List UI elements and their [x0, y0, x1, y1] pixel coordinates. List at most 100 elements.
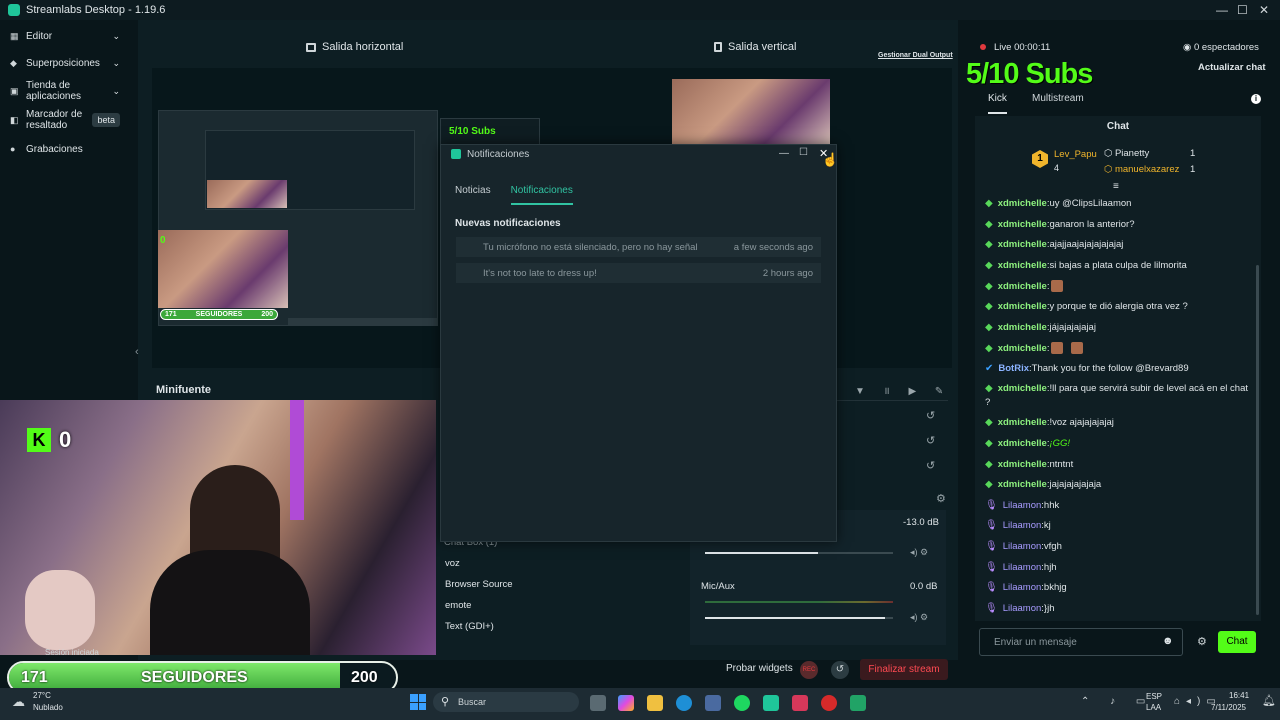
source-item[interactable]: voz — [445, 558, 460, 569]
test-widgets-link[interactable]: Probar widgets — [726, 663, 793, 674]
system-tray-icons[interactable]: ⌃ ♪ ▭ — [1081, 696, 1154, 707]
chat-message: ✔ BotRix: Thank you for the follow @Breva… — [985, 363, 1189, 374]
chat-username[interactable]: Lilaamon — [1003, 500, 1042, 511]
tab-notifications[interactable]: Notificaciones — [510, 185, 573, 205]
chat-input[interactable]: Enviar un mensaje ☻ — [979, 628, 1183, 656]
preview-nested-cam — [207, 180, 287, 208]
chat-username[interactable]: BotRix — [998, 363, 1029, 374]
emoji-icon[interactable]: ☻ — [1162, 635, 1174, 647]
chat-username[interactable]: Lilaamon — [1003, 603, 1042, 614]
chat-text: ganaron la anterior? — [1049, 219, 1135, 230]
source-item[interactable]: Text (GDI+) — [445, 621, 494, 632]
chat-username[interactable]: xdmichelle — [998, 260, 1047, 271]
send-chat-button[interactable]: Chat — [1218, 631, 1256, 653]
sidebar-item-overlays[interactable]: ◆ Superposiciones ⌄ — [0, 55, 130, 71]
speaker-icon[interactable]: ◂) ⚙ — [910, 547, 928, 558]
end-stream-button[interactable]: Finalizar stream — [860, 659, 948, 680]
chat-text: }jh — [1043, 603, 1055, 614]
notification-bell-icon[interactable]: 🔔︎ — [1262, 694, 1276, 707]
chat-username[interactable]: xdmichelle — [998, 459, 1047, 470]
sidebar-item-editor[interactable]: ▦ Editor ⌄ — [0, 28, 130, 44]
file-explorer-icon[interactable] — [647, 695, 663, 711]
live-indicator-icon — [980, 44, 986, 50]
manage-dual-output-link[interactable]: Gestionar Dual Output — [878, 52, 953, 59]
edge-browser-icon[interactable] — [676, 695, 692, 711]
maximize-icon[interactable]: ☐ — [799, 147, 808, 158]
chat-username[interactable]: xdmichelle — [998, 239, 1047, 250]
chat-username[interactable]: Lilaamon — [1003, 582, 1042, 593]
leaderboard-name: Lev_Papu — [1054, 149, 1097, 160]
follower-goal: 200 — [351, 669, 378, 686]
refresh-chat-button[interactable]: Actualizar chat — [1198, 62, 1266, 73]
chat-message: ◆ xdmichelle: y porque te dió alergia otr… — [985, 301, 1188, 312]
expand-leaderboard-icon[interactable]: ≡ — [1113, 181, 1119, 192]
chat-username[interactable]: xdmichelle — [998, 343, 1047, 354]
task-view-icon[interactable] — [590, 695, 606, 711]
chat-username[interactable]: Lilaamon — [1003, 520, 1042, 531]
tab-multistream[interactable]: Multistream — [1032, 93, 1084, 104]
chat-text: hjh — [1043, 562, 1057, 573]
windows-start-icon[interactable] — [410, 694, 426, 710]
clock-date[interactable]: 7/11/2025 — [1211, 703, 1246, 712]
sidebar-item-app-store[interactable]: ▣ Tienda de aplicaciones ⌄ — [0, 80, 130, 102]
sidebar-item-highlighter[interactable]: ◧ Marcador de resaltado beta — [0, 109, 130, 131]
speaker-icon[interactable]: ◂) ⚙ — [910, 612, 928, 623]
tab-kick[interactable]: Kick — [988, 93, 1007, 114]
mic-badge-icon: 🎙︎ — [985, 562, 998, 573]
close-icon[interactable]: ✕ — [1259, 3, 1269, 17]
chat-username[interactable]: Lilaamon — [1003, 562, 1042, 573]
chat-username[interactable]: xdmichelle — [998, 479, 1047, 490]
gift-icon: ⬡ — [1104, 164, 1115, 175]
clock-time[interactable]: 16:41 — [1229, 691, 1249, 700]
follower-label: SEGUIDORES — [141, 669, 248, 686]
weather-temp: 27°C — [33, 691, 51, 700]
emote-icon — [1051, 342, 1064, 354]
chat-username[interactable]: xdmichelle — [998, 219, 1047, 230]
chat-message: 🎙︎ Lilaamon: kj — [985, 520, 1051, 531]
source-item[interactable]: emote — [445, 600, 471, 611]
record-button[interactable]: REC — [800, 661, 818, 679]
language-2[interactable]: LAA — [1146, 703, 1161, 712]
notifications-titlebar: Notificaciones — ☐ ✕ — [441, 145, 836, 163]
replay-buffer-icon[interactable]: ↺ — [831, 661, 849, 679]
store-icon[interactable] — [705, 695, 721, 711]
chat-scrollbar[interactable] — [1256, 265, 1259, 615]
opera-icon[interactable] — [821, 695, 837, 711]
tab-news[interactable]: Noticias — [455, 185, 491, 205]
maximize-icon[interactable]: ☐ — [1237, 3, 1248, 17]
excel-icon[interactable] — [850, 695, 866, 711]
spotify-icon[interactable] — [734, 695, 750, 711]
gear-icon[interactable]: ⚙ — [1197, 635, 1207, 648]
source-item[interactable]: Browser Source — [445, 579, 513, 590]
minimize-icon[interactable]: — — [779, 148, 789, 159]
minimize-icon[interactable]: — — [1216, 3, 1228, 17]
notification-row[interactable]: Tu micrófono no está silenciado, pero no… — [456, 237, 821, 257]
reset-icon[interactable]: ↺ — [926, 434, 935, 447]
chat-username[interactable]: xdmichelle — [998, 322, 1047, 333]
chat-username[interactable]: xdmichelle — [998, 281, 1047, 292]
chat-username[interactable]: xdmichelle — [998, 301, 1047, 312]
chat-username[interactable]: xdmichelle — [998, 383, 1047, 394]
sidebar-item-recordings[interactable]: ● Grabaciones — [0, 141, 130, 157]
chat-username[interactable]: xdmichelle — [998, 438, 1047, 449]
copilot-icon[interactable] — [618, 695, 634, 711]
channel-db: 0.0 dB — [910, 581, 938, 592]
notification-row[interactable]: It's not too late to dress up! 2 hours ag… — [456, 263, 821, 283]
chat-username[interactable]: xdmichelle — [998, 198, 1047, 209]
app-icon[interactable] — [792, 695, 808, 711]
reset-icon[interactable]: ↺ — [926, 409, 935, 422]
chevron-down-icon: ⌄ — [112, 85, 120, 96]
chat-username[interactable]: Lilaamon — [1003, 541, 1042, 552]
reset-icon[interactable]: ↺ — [926, 459, 935, 472]
language-1[interactable]: ESP — [1146, 692, 1162, 701]
chat-username[interactable]: xdmichelle — [998, 417, 1047, 428]
streamlabs-icon[interactable] — [763, 695, 779, 711]
info-icon[interactable]: i — [1251, 94, 1261, 104]
chevron-left-icon[interactable]: ‹ — [135, 346, 139, 358]
chat-text: vfgh — [1043, 541, 1062, 552]
taskbar-search[interactable]: ⚲ Buscar — [433, 692, 579, 712]
volume-slider[interactable] — [705, 552, 893, 554]
mixer-settings-icon[interactable]: ⚙ — [936, 492, 946, 505]
chat-text: hhk — [1043, 500, 1060, 511]
volume-slider[interactable] — [705, 617, 893, 619]
